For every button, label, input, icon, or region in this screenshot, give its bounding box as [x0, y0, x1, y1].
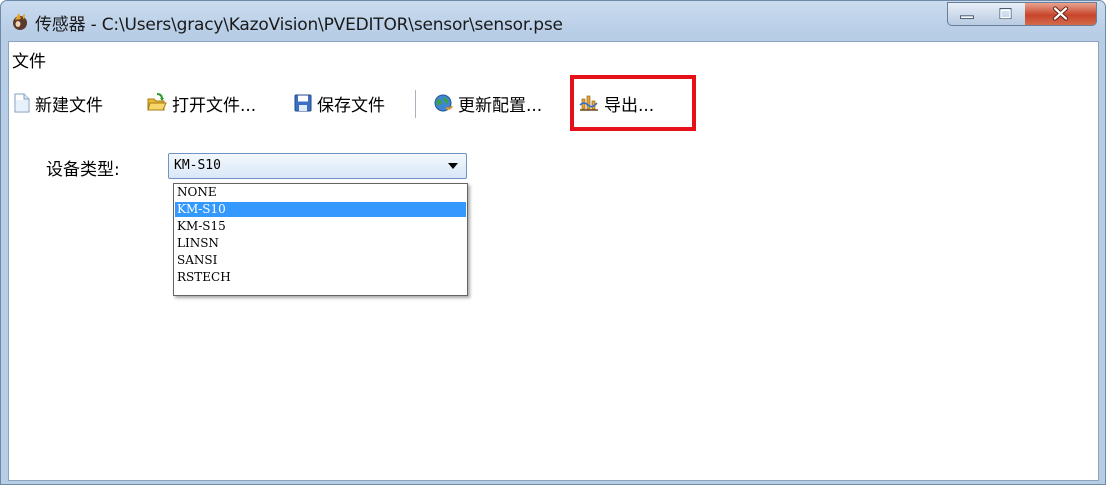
client-area: 文件 新建文件 打开文件... 保存文件 更新配置... 导出... 设备类型:… [8, 41, 1099, 481]
device-type-dropdown: NONE KM-S10 KM-S15 LINSN SANSI RSTECH [173, 183, 468, 296]
minimize-button[interactable] [947, 2, 987, 26]
save-disk-icon [294, 94, 312, 112]
save-file-button[interactable]: 保存文件 [294, 88, 385, 118]
device-type-select[interactable]: KM-S10 [168, 153, 467, 179]
menu-bar: 文件 [9, 42, 1098, 72]
dropdown-option-km-s15[interactable]: KM-S15 [175, 219, 466, 234]
close-button[interactable] [1025, 2, 1097, 26]
close-icon [1052, 6, 1069, 21]
title-bar[interactable]: 传感器 - C:\Users\gracy\KazoVision\PVEDITOR… [1, 1, 1105, 41]
new-file-button[interactable]: 新建文件 [14, 88, 103, 118]
open-folder-icon [147, 93, 167, 111]
dropdown-option-rstech[interactable]: RSTECH [175, 270, 466, 285]
globe-refresh-icon [434, 94, 453, 112]
save-file-label: 保存文件 [317, 95, 385, 116]
update-config-button[interactable]: 更新配置... [433, 88, 542, 118]
minimize-icon [960, 15, 974, 20]
dropdown-option-km-s10[interactable]: KM-S10 [175, 202, 466, 217]
toolbar-separator [415, 90, 416, 118]
new-file-icon [14, 93, 30, 113]
menu-file[interactable]: 文件 [12, 47, 46, 72]
window-title: 传感器 - C:\Users\gracy\KazoVision\PVEDITOR… [35, 15, 563, 35]
open-file-button[interactable]: 打开文件... [147, 88, 256, 118]
dropdown-option-linsn[interactable]: LINSN [175, 236, 466, 251]
chevron-down-icon[interactable] [448, 163, 458, 169]
open-file-label: 打开文件... [172, 95, 257, 116]
export-highlight-box [570, 75, 696, 131]
dropdown-option-sansi[interactable]: SANSI [175, 253, 466, 268]
new-file-label: 新建文件 [35, 95, 103, 116]
device-type-label: 设备类型: [46, 160, 120, 180]
maximize-button[interactable] [986, 2, 1026, 26]
maximize-icon [999, 8, 1012, 20]
update-config-label: 更新配置... [458, 95, 543, 116]
app-window: 传感器 - C:\Users\gracy\KazoVision\PVEDITOR… [0, 0, 1106, 485]
app-icon [10, 11, 30, 31]
toolbar: 新建文件 打开文件... 保存文件 更新配置... 导出... [9, 75, 1098, 131]
dropdown-option-none[interactable]: NONE [175, 185, 466, 200]
device-type-value: KM-S10 [174, 158, 221, 173]
